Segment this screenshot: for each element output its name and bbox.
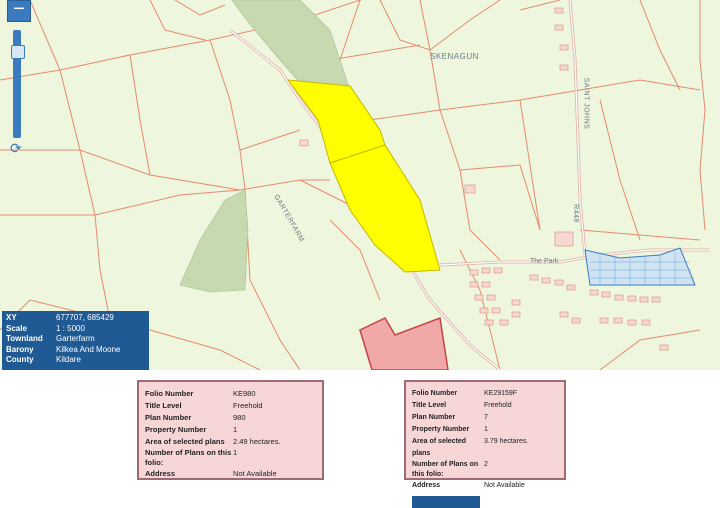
folio-card-ke29159f: Folio Number KE29159F Title Level Freehold… xyxy=(404,380,566,508)
folio-row: Plan Number 7 xyxy=(412,414,488,421)
folio-row: Address Not Available xyxy=(412,482,525,489)
folio-row: Property Number 1 xyxy=(412,426,488,433)
folio-row: Plan Number 980 xyxy=(145,413,246,422)
map-view[interactable]: SKENAGUN GARTERFARM SAINT JOHNS R448 The… xyxy=(0,0,720,370)
info-row-county: County Kildare xyxy=(6,355,81,364)
zoom-slider-handle[interactable] xyxy=(11,45,25,59)
folio-row: Title Level Freehold xyxy=(145,401,263,410)
folio-row: Folio Number KE980 xyxy=(145,389,256,398)
townland-label-skenagun: SKENAGUN xyxy=(430,52,479,61)
estate-label-the-park: The Park xyxy=(530,258,559,265)
folio-row: Title Level Freehold xyxy=(412,402,512,409)
info-row-townland: Townland Garterfarm xyxy=(6,334,95,343)
folio-row: Number of Plans on this folio: 1 xyxy=(145,448,238,467)
folio-row: Number of Plans on this folio: 2 xyxy=(412,461,488,478)
location-info-panel: XY 677707, 685429 Scale 1 : 5000 Townland G… xyxy=(2,311,149,370)
folio-row: Address Not Available xyxy=(145,469,277,478)
folio-card-ke980: Folio Number KE980 Title Level Freehold Pl… xyxy=(137,380,324,480)
folio-row: Property Number 1 xyxy=(145,425,238,434)
folio-row: Area of selected plans 3.79 hectares. xyxy=(412,438,529,457)
info-row-scale: Scale 1 : 5000 xyxy=(6,323,85,333)
folio-action-button[interactable] xyxy=(412,496,480,508)
folio-row: Folio Number KE29159F xyxy=(412,390,518,397)
zoom-out-button[interactable]: − xyxy=(7,0,31,22)
info-row-barony: Barony Kilkea And Moone xyxy=(6,344,121,354)
refresh-icon[interactable]: ⟳ xyxy=(10,140,22,157)
road-label-saint-johns: SAINT JOHNS xyxy=(582,77,590,130)
road-label-r448: R448 xyxy=(571,204,579,223)
folio-row: Area of selected plans 2.49 hectares. xyxy=(145,437,281,446)
info-row-xy: XY 677707, 685429 xyxy=(6,313,114,322)
